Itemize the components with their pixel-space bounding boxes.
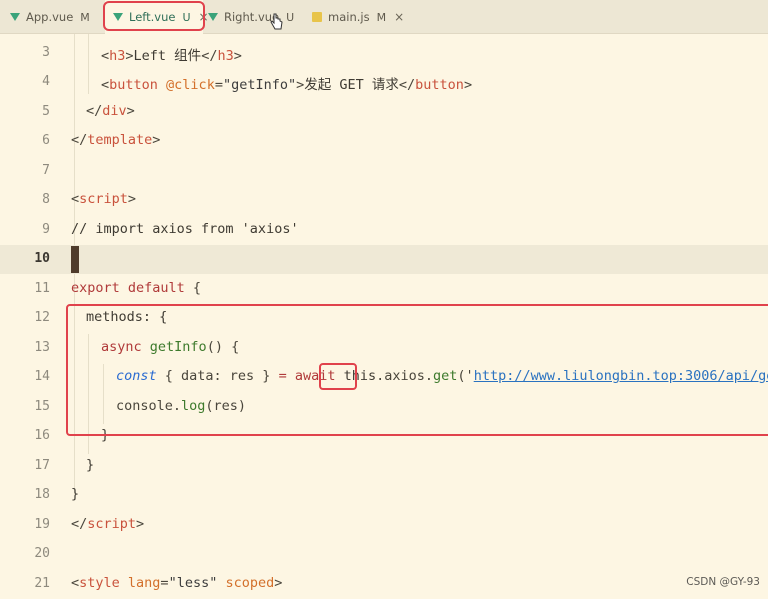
code-line: 3 <h3>Left 组件</h3> [0, 39, 768, 68]
code-text: } [71, 486, 80, 502]
line-number: 6 [42, 133, 50, 148]
tab-label: main.js [328, 10, 370, 24]
code-line: 8 <script> [0, 186, 768, 215]
tab-highlight-box [103, 1, 205, 31]
methods-highlight-box [66, 304, 768, 436]
line-number: 19 [34, 517, 50, 532]
tab-label: App.vue [26, 10, 74, 24]
line-number: 18 [34, 487, 50, 502]
line-number: 10 [34, 251, 50, 266]
line-number: 3 [42, 45, 50, 60]
line-number: 8 [42, 192, 50, 207]
code-line-current: 10 [0, 245, 768, 274]
watermark: CSDN @GY-93 [686, 576, 760, 588]
code-text: </div> [86, 103, 135, 119]
line-number: 17 [34, 458, 50, 473]
tab-status: M [80, 10, 90, 24]
code-text: export default { [71, 280, 202, 296]
code-line: 6 </template> [0, 127, 768, 156]
text-caret [71, 246, 79, 273]
line-number: 15 [34, 399, 50, 414]
code-line: 9 // import axios from 'axios' [0, 216, 768, 245]
code-line: 19 </script> [0, 511, 768, 540]
line-number: 16 [34, 428, 50, 443]
line-number: 7 [42, 163, 50, 178]
code-text: <style lang="less" scoped> [71, 575, 283, 591]
tab-status: M [376, 10, 387, 24]
this-highlight-box [319, 363, 357, 390]
js-file-icon [312, 12, 322, 22]
code-text: <button @click="getInfo">发起 GET 请求</butt… [101, 77, 473, 93]
code-line: 11 export default { [0, 275, 768, 304]
tab-app-vue[interactable]: App.vue M [6, 0, 90, 34]
line-number: 12 [34, 310, 50, 325]
code-comment: // import axios from 'axios' [71, 221, 299, 237]
code-line: 21 <style lang="less" scoped> [0, 570, 768, 599]
hand-cursor-icon [270, 13, 283, 30]
code-line: 7 [0, 157, 768, 186]
code-text: } [86, 457, 95, 473]
code-text: </script> [71, 516, 145, 532]
line-number: 11 [34, 281, 50, 296]
editor-tab-bar: App.vue M Left.vue U × Right.vue U main.… [0, 0, 768, 34]
tab-status: U [286, 10, 295, 24]
line-number: 5 [42, 104, 50, 119]
code-line: 20 [0, 540, 768, 569]
vue-file-icon [208, 13, 218, 21]
code-text: <h3>Left 组件</h3> [101, 48, 242, 64]
code-line: 17 } [0, 452, 768, 481]
code-line: 5 </div> [0, 98, 768, 127]
line-number: 13 [34, 340, 50, 355]
code-text: <script> [71, 191, 137, 207]
line-number: 4 [42, 74, 50, 89]
code-line: 4 <button @click="getInfo">发起 GET 请求</bu… [0, 68, 768, 97]
code-text: </template> [71, 132, 161, 148]
line-number: 14 [34, 369, 50, 384]
line-number: 20 [34, 546, 50, 561]
line-number: 21 [34, 576, 50, 591]
tab-main-js[interactable]: main.js M × [312, 0, 404, 34]
code-line: 18 } [0, 481, 768, 510]
line-number: 9 [42, 222, 50, 237]
close-icon[interactable]: × [394, 10, 404, 24]
vue-file-icon [10, 13, 20, 21]
